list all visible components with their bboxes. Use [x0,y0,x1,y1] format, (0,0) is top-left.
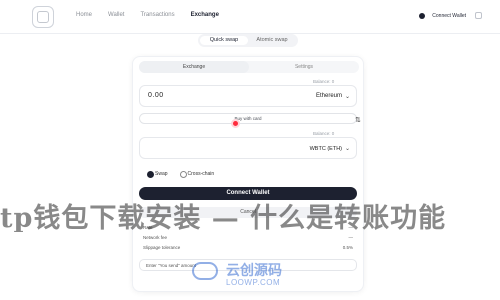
connect-wallet-header-button[interactable]: Connect Wallet [416,10,472,22]
detail-label: Slippage tolerance [143,245,181,250]
nav-home[interactable]: Home [76,12,92,18]
detail-label: Rate [143,225,153,230]
detail-value: — [348,225,354,230]
detail-label: Network fee [143,235,168,240]
settings-icon[interactable] [475,12,482,19]
send-amount-value: 0.00 [148,92,164,99]
atomic-swap-option[interactable]: Atomic swap [248,36,296,45]
tab-settings[interactable]: Settings [249,61,359,73]
chevron-down-icon[interactable]: ⌄ [345,93,350,100]
referral-input[interactable]: Enter "You send" amount [139,259,357,271]
output-balance: Balance: 0 [313,131,335,136]
referral-placeholder: Enter "You send" amount [146,263,197,268]
detail-value[interactable]: 0.5% [343,245,353,250]
buy-with-card-button[interactable]: Buy with card [139,113,357,124]
chevron-down-icon[interactable]: ⌄ [345,145,350,152]
input-balance: Balance: 0 [313,79,335,84]
swap-type-radios: Swap Cross-chain [147,171,214,178]
cancel-button[interactable]: Cancel [139,207,357,218]
wallet-status-icon [419,13,426,19]
radio-cross-chain[interactable]: Cross-chain [179,171,214,178]
swap-mode-toggle: Quick swap Atomic swap [198,34,298,47]
top-bar: Home Wallet Transactions Exchange Connec… [0,0,500,34]
connect-wallet-label: Connect Wallet [432,13,466,19]
nav-wallet[interactable]: Wallet [108,12,124,18]
receive-token-label: WBTC (ETH) [309,146,342,152]
logo-mark [37,11,49,23]
detail-row: Slippage tolerance 0.5% [143,245,353,250]
send-token-label: Ethereum [315,93,342,99]
nav-exchange[interactable]: Exchange [191,12,219,18]
receive-token-field[interactable]: WBTC (ETH) ⌄ [139,137,357,159]
send-amount-field[interactable]: 0.00 Ethereum ⌄ [139,85,357,107]
radio-swap[interactable]: Swap [147,171,168,178]
detail-row: Network fee — [143,235,353,240]
detail-row: Rate — [143,225,353,230]
main-nav: Home Wallet Transactions Exchange [76,12,219,18]
detail-value: — [348,235,354,240]
swap-arrows-icon[interactable]: ⇅ [355,116,361,124]
app-logo-icon[interactable] [32,6,54,28]
quick-swap-option[interactable]: Quick swap [200,36,248,45]
swap-direction-button[interactable] [231,119,240,128]
exchange-card: Exchange Settings Balance: 0 0.00 Ethere… [132,56,364,292]
connect-wallet-button[interactable]: Connect Wallet [139,187,357,200]
card-tabs: Exchange Settings [139,61,359,73]
nav-transactions[interactable]: Transactions [140,12,174,18]
tab-exchange[interactable]: Exchange [139,61,249,73]
